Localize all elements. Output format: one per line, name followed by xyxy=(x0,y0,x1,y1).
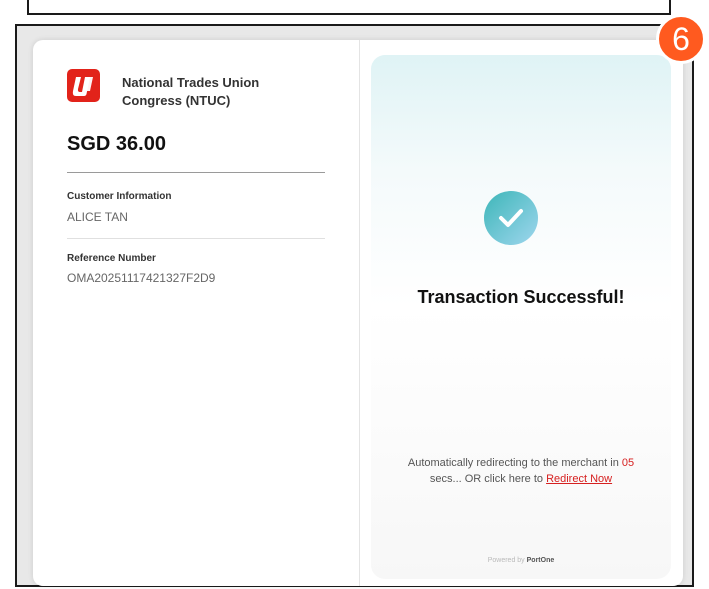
divider xyxy=(67,172,325,173)
redirect-middle: secs... OR click here to xyxy=(429,473,543,485)
reference-number-label: Reference Number xyxy=(67,253,156,264)
redirect-prefix: Automatically redirecting to the merchan… xyxy=(407,457,619,469)
transaction-status-title: Transaction Successful! xyxy=(417,287,625,307)
redirect-message: Automatically redirecting to the merchan… xyxy=(381,455,661,487)
powered-by-label: Powered by xyxy=(487,557,525,564)
customer-information-label: Customer Information xyxy=(67,191,172,202)
transaction-summary-panel: National Trades Union Congress (NTUC) SG… xyxy=(33,40,360,586)
powered-by-footer: Powered by PortOne xyxy=(371,557,671,564)
top-frame xyxy=(27,0,671,15)
step-number-badge: 6 xyxy=(656,14,706,64)
redirect-countdown: 05 xyxy=(621,457,635,469)
transaction-status-panel: Transaction Successful! Automatically re… xyxy=(371,55,671,579)
customer-name-value: ALICE TAN xyxy=(67,210,128,224)
merchant-name: National Trades Union Congress (NTUC) xyxy=(122,75,260,108)
divider xyxy=(67,238,325,239)
payment-result-card: National Trades Union Congress (NTUC) SG… xyxy=(33,40,683,586)
payment-amount: SGD 36.00 xyxy=(67,133,166,155)
redirect-now-link[interactable]: Redirect Now xyxy=(546,473,612,485)
portone-brand: PortOne xyxy=(526,557,555,564)
checkmark-circle-icon xyxy=(484,191,538,245)
ntuc-logo-icon xyxy=(67,69,100,102)
reference-number-value: OMA20251117421327F2D9 xyxy=(67,271,216,285)
